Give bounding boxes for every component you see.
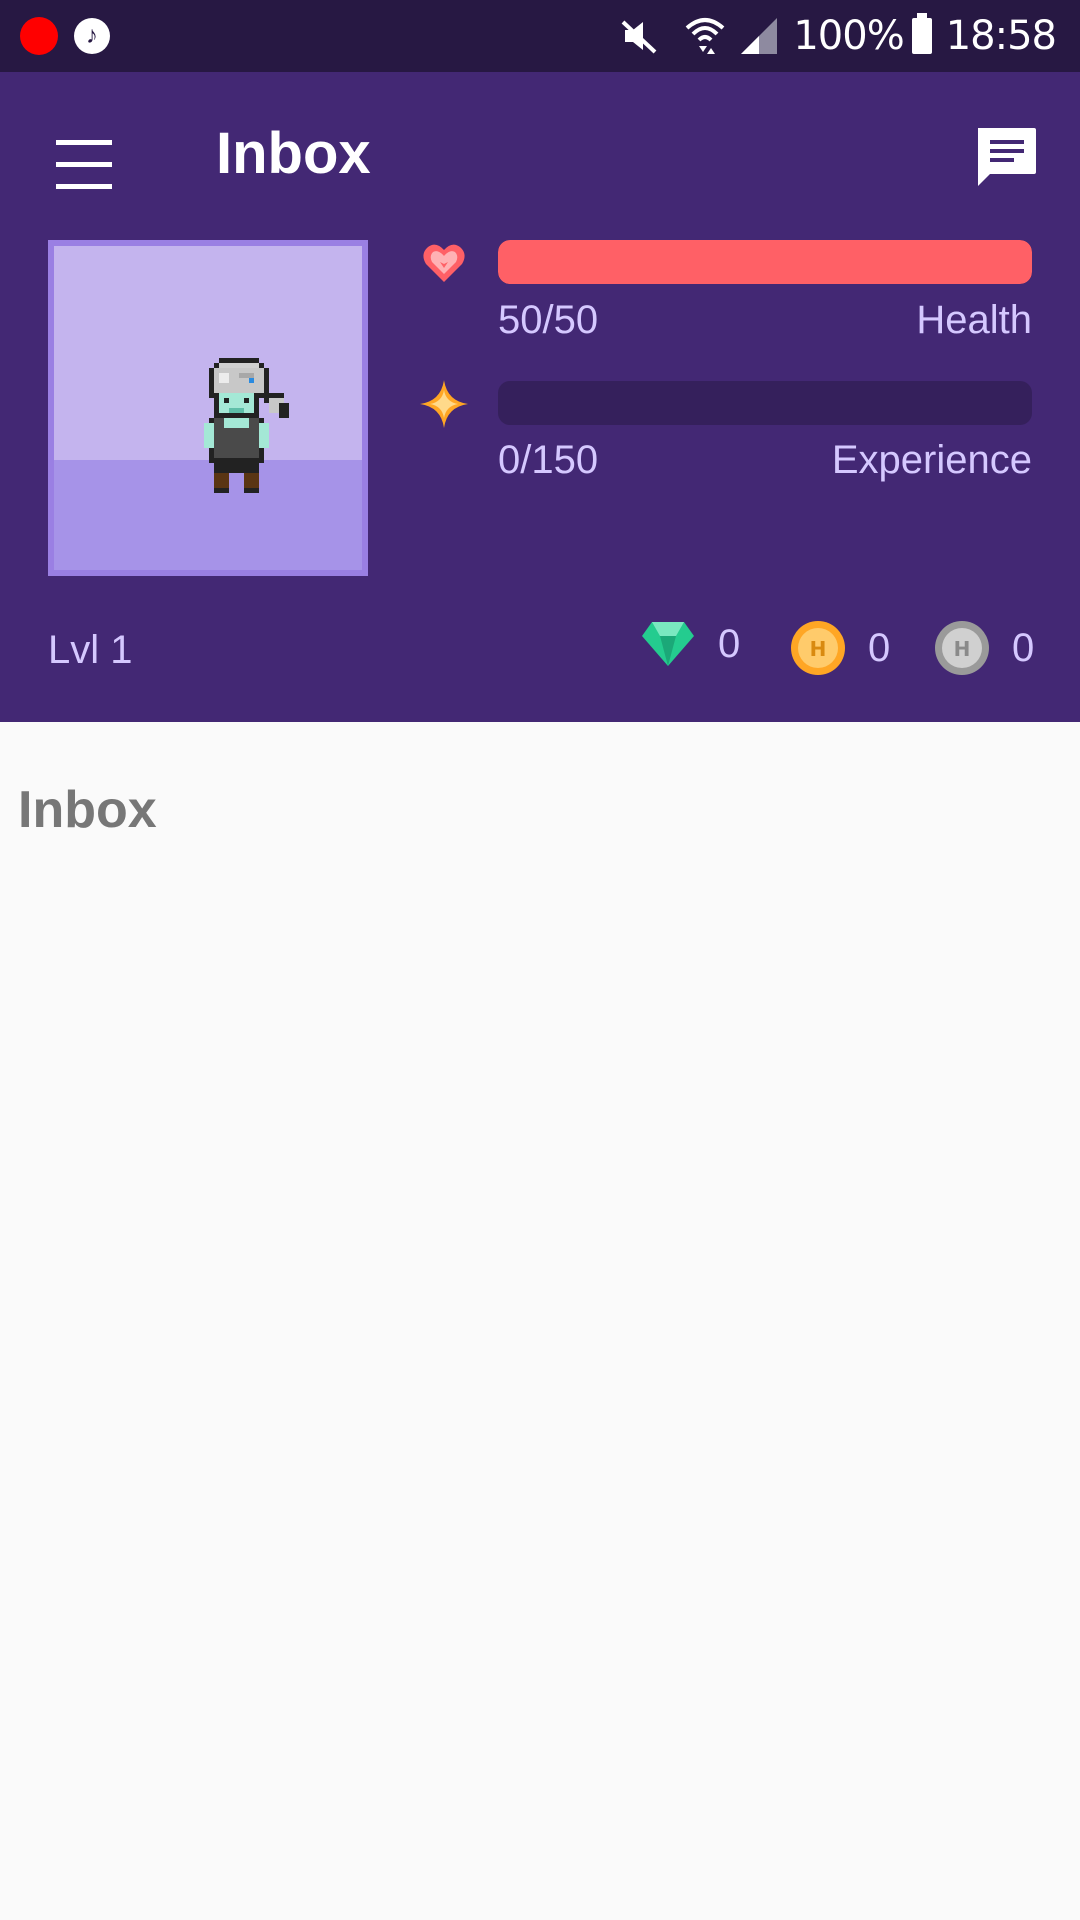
inbox-heading: Inbox — [18, 781, 157, 839]
health-label: Health — [916, 298, 1032, 342]
signal-icon — [741, 18, 778, 54]
health-bar-fill — [498, 240, 1032, 284]
gem-icon — [642, 622, 694, 666]
clock: 18:58 — [945, 13, 1057, 59]
status-left: ♪ — [20, 17, 110, 55]
app-header: Inbox 50/50 Health 0/150 Experience Lvl … — [0, 72, 1080, 722]
chat-icon — [978, 128, 1036, 186]
star-icon — [420, 380, 468, 428]
level-label: Lvl 1 — [48, 628, 133, 672]
gold-coin-icon: H — [791, 621, 845, 675]
svg-text:H: H — [954, 637, 971, 661]
status-bar: ♪ 100% 18:58 — [0, 0, 1080, 72]
health-bar — [498, 240, 1032, 284]
battery-percentage: 100% — [793, 13, 904, 59]
gems-count: 0 — [718, 621, 741, 666]
recording-icon — [20, 17, 58, 55]
hamburger-menu-icon[interactable] — [50, 132, 120, 202]
wifi-icon — [686, 18, 725, 54]
status-right: 100% 18:58 — [619, 0, 1057, 72]
silver-coin-icon: H — [935, 621, 989, 675]
health-value: 50/50 — [498, 298, 599, 342]
svg-text:H: H — [810, 637, 827, 661]
battery-icon — [911, 13, 932, 54]
gems-counter[interactable]: 0 — [640, 620, 740, 668]
heart-icon — [423, 244, 465, 282]
gold-counter[interactable]: H 0 — [790, 620, 890, 676]
gold-count: 0 — [868, 625, 891, 670]
experience-value: 0/150 — [498, 438, 599, 482]
chat-button[interactable] — [974, 124, 1046, 196]
page-title: Inbox — [216, 121, 371, 186]
music-icon: ♪ — [74, 18, 110, 54]
character-sprite — [204, 358, 289, 493]
experience-label: Experience — [831, 438, 1032, 482]
hourglass-count: 0 — [1012, 625, 1035, 670]
mute-icon — [621, 20, 657, 54]
hourglass-counter[interactable]: H 0 — [934, 620, 1034, 676]
experience-bar — [498, 381, 1032, 425]
avatar[interactable] — [48, 240, 368, 576]
